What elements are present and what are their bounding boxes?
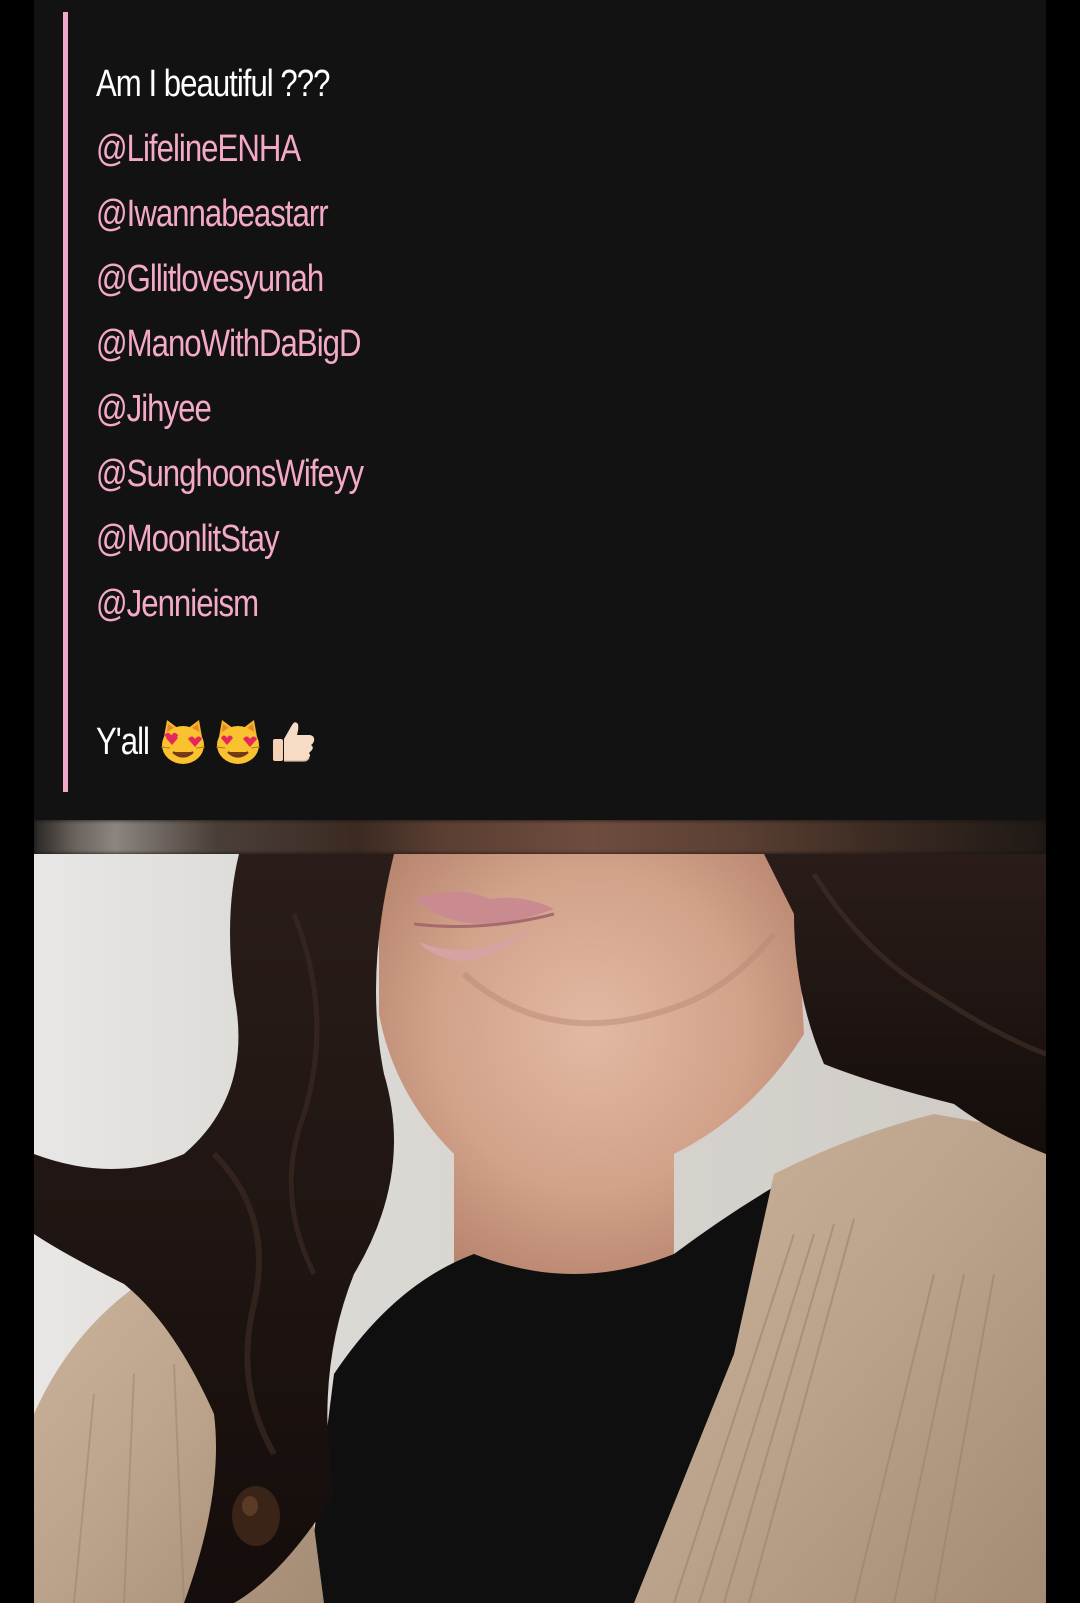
heart-eyes-cat-icon: [160, 720, 206, 764]
post-card: Am I beautiful ??? @LifelineENHA @Iwanna…: [34, 0, 1046, 1603]
closing-text: Y'all: [96, 720, 150, 763]
mention-link-8[interactable]: @Jennieism: [96, 574, 259, 634]
mention-link-3[interactable]: @Gllitlovesyunah: [96, 249, 324, 309]
portrait-photo: [34, 854, 1046, 1603]
thumbs-up-icon: [273, 722, 315, 762]
closing-line: Y'all: [96, 712, 323, 772]
heart-eyes-cat-icon: [215, 720, 261, 764]
mention-link-1[interactable]: @LifelineENHA: [96, 119, 301, 179]
post-title: Am I beautiful ???: [96, 63, 330, 105]
mention-link-5[interactable]: @Jihyee: [96, 379, 212, 439]
mention-link-7[interactable]: @MoonlitStay: [96, 509, 280, 569]
mention-link-2[interactable]: @Iwannabeastarr: [96, 184, 329, 244]
post-text-block: Am I beautiful ??? @LifelineENHA @Iwanna…: [63, 12, 968, 792]
mention-link-6[interactable]: @SunghoonsWifeyy: [96, 444, 364, 504]
image-top-blur: [34, 820, 1046, 854]
mention-link-4[interactable]: @ManoWithDaBigD: [96, 314, 361, 374]
post-image[interactable]: [34, 820, 1046, 1603]
